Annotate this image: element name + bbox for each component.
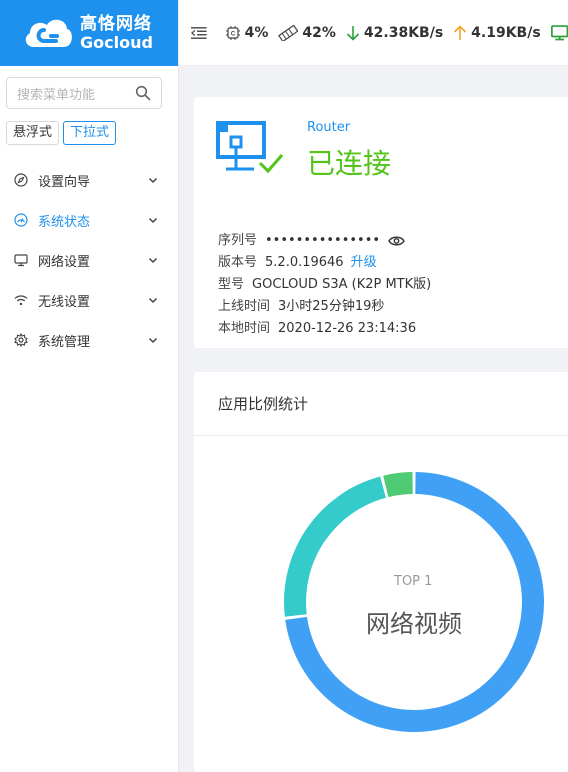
- download-value: 42.38KB/s: [363, 24, 444, 41]
- donut-center-label: 网络视频: [366, 610, 462, 638]
- arrow-down-icon: [346, 25, 359, 41]
- sidebar-item-label: 无线设置: [38, 294, 91, 310]
- sidebar-item-wireless-settings[interactable]: 无线设置: [0, 280, 178, 320]
- brand-logo[interactable]: 高恪网络 Gocloud: [0, 0, 178, 66]
- memory-icon: [278, 24, 299, 41]
- sidebar: 高恪网络 Gocloud 搜索菜单功能 悬浮式 下拉式 设置向导 系统状态 网络…: [0, 0, 179, 772]
- upgrade-link[interactable]: 升级: [351, 252, 377, 274]
- cpu-usage: C 4%: [225, 24, 269, 41]
- localtime-row: 本地时间 2020-12-26 23:14:36: [218, 318, 431, 340]
- chevron-down-icon: [148, 257, 158, 264]
- sidebar-item-setup-wizard[interactable]: 设置向导: [0, 160, 178, 200]
- compass-icon: [14, 173, 28, 187]
- localtime-value: 2020-12-26 23:14:36: [278, 321, 417, 336]
- donut-slice-2[interactable]: [383, 472, 413, 498]
- uptime-value: 3小时25分钟19秒: [278, 299, 385, 314]
- cloud-logo-icon: [25, 19, 72, 47]
- donut-slice-1[interactable]: [284, 476, 386, 617]
- router-device-icon: [216, 121, 284, 174]
- gear-icon: [14, 333, 28, 347]
- chevron-down-icon: [148, 297, 158, 304]
- arrow-up-icon: [454, 24, 467, 40]
- sidebar-item-network-settings[interactable]: 网络设置: [0, 240, 178, 280]
- serial-value: •••••••••••••••: [265, 233, 381, 248]
- cpu-icon: C: [225, 25, 240, 40]
- sidebar-item-label: 系统管理: [38, 334, 91, 350]
- version-row: 版本号 5.2.0.19646 升级: [218, 252, 431, 274]
- wifi-icon: [14, 295, 28, 306]
- cpu-value: 4%: [244, 24, 269, 41]
- dashboard-icon: [14, 213, 28, 227]
- menu-mode-toggle: 悬浮式 下拉式: [6, 121, 117, 145]
- model-label: 型号: [218, 277, 245, 292]
- version-value: 5.2.0.19646: [265, 255, 344, 270]
- chevron-down-icon: [148, 217, 158, 224]
- menu-search-input[interactable]: 搜索菜单功能: [6, 77, 162, 109]
- model-row: 型号 GOCLOUD S3A (K2P MTK版): [218, 274, 431, 296]
- search-icon[interactable]: [135, 85, 151, 101]
- brand-name-cn: 高恪网络: [80, 13, 152, 34]
- svg-text:C: C: [230, 31, 235, 37]
- sidebar-item-label: 设置向导: [38, 174, 91, 190]
- serial-row: 序列号 •••••••••••••••: [218, 230, 431, 252]
- memory-usage: 42%: [278, 24, 336, 41]
- collapse-menu-icon[interactable]: [191, 26, 207, 40]
- uptime-row: 上线时间 3小时25分钟19秒: [218, 296, 431, 318]
- connection-state: 已连接: [307, 147, 392, 180]
- float-mode-button[interactable]: 悬浮式: [6, 121, 60, 145]
- app-ratio-card: 应用比例统计 TOP 1 网络视频: [194, 372, 568, 772]
- model-value: GOCLOUD S3A (K2P MTK版): [252, 277, 432, 292]
- search-placeholder: 搜索菜单功能: [17, 87, 96, 103]
- brand-name-en: Gocloud: [80, 32, 153, 52]
- sidebar-item-label: 系统状态: [38, 214, 91, 230]
- client-monitor-icon[interactable]: [550, 24, 568, 42]
- monitor-icon: [14, 254, 28, 267]
- dropdown-mode-button[interactable]: 下拉式: [63, 121, 117, 145]
- top-status-bar: C 4% 42% 42.38KB/s 4.19KB/s: [179, 0, 568, 66]
- chevron-down-icon: [148, 337, 158, 344]
- side-menu: 设置向导 系统状态 网络设置 无线设置 系统管理: [0, 160, 178, 360]
- upload-value: 4.19KB/s: [471, 24, 541, 41]
- localtime-label: 本地时间: [218, 321, 271, 336]
- serial-label: 序列号: [218, 233, 258, 248]
- sidebar-item-label: 网络设置: [38, 254, 91, 270]
- memory-value: 42%: [302, 24, 336, 41]
- sidebar-item-system-status[interactable]: 系统状态: [0, 200, 178, 240]
- upload-speed: 4.19KB/s: [453, 25, 541, 41]
- download-speed: 42.38KB/s: [346, 25, 443, 41]
- sidebar-item-system-management[interactable]: 系统管理: [0, 320, 178, 360]
- uptime-label: 上线时间: [218, 299, 271, 314]
- version-label: 版本号: [218, 255, 258, 270]
- eye-icon[interactable]: [388, 235, 405, 247]
- device-status-card: Router 已连接 序列号 ••••••••••••••• 版本号 5.2.0…: [194, 97, 568, 348]
- device-info: 序列号 ••••••••••••••• 版本号 5.2.0.19646 升级 型…: [218, 230, 431, 340]
- donut-center-top: TOP 1: [394, 574, 433, 589]
- device-type: Router: [307, 120, 351, 135]
- chevron-down-icon: [148, 177, 158, 184]
- donut-chart: [284, 472, 544, 732]
